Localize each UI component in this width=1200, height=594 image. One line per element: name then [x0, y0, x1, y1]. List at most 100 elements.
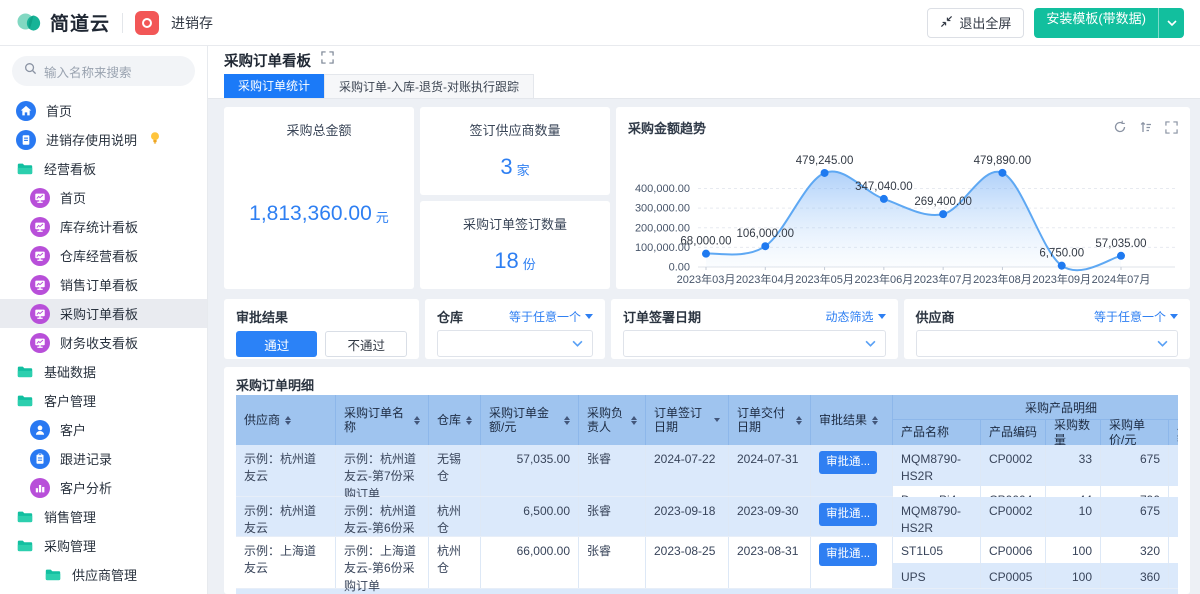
cell-amount: 66,000.00	[481, 537, 579, 588]
tab-0-active[interactable]: 采购订单统计	[224, 74, 325, 98]
approval-pass-button[interactable]: 通过	[236, 331, 318, 357]
sort-icon[interactable]	[564, 415, 570, 425]
approval-status-button[interactable]: 审批通...	[819, 543, 878, 566]
chart-title: 采购金额趋势	[628, 120, 707, 136]
column-header-2[interactable]: 仓库	[429, 395, 481, 445]
sidebar-item-label: 首页	[46, 104, 73, 119]
cell-owner: 张睿	[579, 537, 646, 588]
svg-text:2023年07月: 2023年07月	[914, 272, 973, 286]
sign-date-select[interactable]	[623, 330, 886, 357]
product-column-header-4[interactable]: 产品金额	[1169, 418, 1178, 446]
sidebar-item-7-selected[interactable]: 采购订单看板	[0, 299, 207, 328]
sort-icon[interactable]	[414, 415, 420, 425]
sidebar-item-9[interactable]: 基础数据	[0, 357, 207, 386]
sidebar-item-8[interactable]: 财务收支看板	[0, 328, 207, 357]
table-row-2[interactable]: 示例：上海道友云 示例：上海道友云-第6份采购订单 杭州仓 66,000.00 张睿 20…	[236, 537, 1178, 593]
product-column-header-3[interactable]: 采购单价/元	[1101, 418, 1169, 447]
sidebar-item-15[interactable]: 采购管理	[0, 531, 207, 560]
sidebar-item-6[interactable]: 销售订单看板	[0, 270, 207, 299]
trend-area-chart: 0.00100,000.00200,000.00300,000.00400,00…	[635, 155, 1175, 286]
svg-text:2023年04月: 2023年04月	[736, 272, 795, 286]
approval-status-button[interactable]: 审批通...	[819, 451, 878, 474]
person-icon	[30, 419, 50, 440]
svg-text:2023年05月: 2023年05月	[795, 272, 854, 286]
product-cell-name: ST1L05	[893, 537, 981, 563]
search-input[interactable]: 输入名称来搜索	[12, 56, 195, 86]
fullscreen-expand-icon[interactable]	[321, 51, 334, 69]
sidebar-item-5[interactable]: 仓库经营看板	[0, 241, 207, 270]
sidebar-item-label: 经营看板	[44, 162, 97, 177]
table-row-0[interactable]: 示例：杭州道友云 示例：杭州道友云-第7份采购订单 无锡仓 57,035.00 张睿 20…	[236, 445, 1178, 510]
search-icon	[24, 62, 37, 80]
svg-text:200,000.00: 200,000.00	[635, 222, 690, 234]
chart-fullscreen-icon[interactable]	[1165, 120, 1178, 134]
sort-icon[interactable]	[285, 415, 292, 425]
sidebar-item-label: 进销存使用说明	[46, 133, 138, 148]
approval-fail-button[interactable]: 不通过	[325, 331, 407, 357]
table-row-1[interactable]: 示例：杭州道友云示例：杭州道友云-第6份采购订单杭州仓6,500.00张睿202…	[236, 497, 1178, 553]
sidebar-item-2[interactable]: 经营看板	[0, 154, 207, 183]
sort-settings-icon[interactable]	[1139, 120, 1153, 134]
product-column-header-1[interactable]: 产品编码	[981, 420, 1046, 445]
sidebar-item-12[interactable]: 跟进记录	[0, 444, 207, 473]
cell-warehouse: 杭州仓	[429, 537, 481, 588]
product-cell-qty: 100	[1046, 562, 1101, 588]
column-header-5[interactable]: 订单签订日期	[646, 395, 729, 445]
install-template-button[interactable]: 安装模板(带数据)	[1034, 7, 1184, 38]
app-window: 简道云 进销存 退出全屏 安装模板(带数据) 输入名称来搜索 首页 进销存使用说…	[0, 0, 1200, 594]
sign-date-operator-link[interactable]: 动态筛选	[825, 308, 886, 325]
folder-icon	[16, 363, 34, 381]
column-header-0[interactable]: 供应商	[236, 395, 336, 445]
warehouse-operator-link[interactable]: 等于任意一个	[509, 308, 593, 325]
sidebar-item-label: 供应商管理	[72, 568, 138, 583]
sort-icon[interactable]	[872, 415, 879, 425]
exit-fullscreen-button[interactable]: 退出全屏	[927, 7, 1025, 38]
cell-sign_date: 2023-09-18	[646, 497, 729, 536]
svg-text:2023年06月: 2023年06月	[854, 272, 913, 286]
svg-text:2023年08月: 2023年08月	[973, 272, 1032, 286]
sidebar-item-4[interactable]: 库存统计看板	[0, 212, 207, 241]
product-column-header-2[interactable]: 采购数量	[1046, 418, 1101, 447]
cell-sign_date: 2024-07-22	[646, 445, 729, 496]
stat-card-order-count: 采购订单签订数量 18 份	[420, 201, 610, 289]
order-detail-table-card: 采购订单明细 供应商 采购订单名称 仓库 采购订单金额/元 采购负责人 订单签订日期 订单交…	[224, 367, 1190, 594]
sort-icon[interactable]	[796, 415, 802, 425]
install-dropdown-caret[interactable]	[1158, 7, 1184, 38]
sidebar-item-14[interactable]: 销售管理	[0, 502, 207, 531]
svg-text:269,400.00: 269,400.00	[914, 196, 972, 208]
column-header-3[interactable]: 采购订单金额/元	[481, 395, 579, 445]
column-header-6[interactable]: 订单交付日期	[729, 395, 811, 445]
sidebar-item-label: 库存统计看板	[60, 220, 139, 235]
sidebar-item-0[interactable]: 首页	[0, 96, 207, 125]
tab-1[interactable]: 采购订单-入库-退货-对账执行跟踪	[324, 74, 535, 98]
doc-icon	[16, 129, 36, 150]
dashboard-icon	[30, 245, 50, 266]
filter-warehouse: 仓库 等于任意一个	[425, 299, 605, 359]
warehouse-select[interactable]	[437, 330, 593, 357]
sidebar-item-11[interactable]: 客户	[0, 415, 207, 444]
jiandaoyun-logo[interactable]: 简道云	[16, 8, 110, 37]
cell-amount: 57,035.00	[481, 445, 579, 496]
folder-icon	[16, 537, 34, 555]
supplier-select[interactable]	[915, 330, 1178, 357]
sidebar-item-3[interactable]: 首页	[0, 183, 207, 212]
divider	[122, 12, 124, 33]
sort-icon[interactable]	[466, 415, 472, 425]
supplier-operator-link[interactable]: 等于任意一个	[1094, 308, 1178, 325]
product-cell-name: UPS	[893, 562, 981, 588]
sidebar-item-16[interactable]: 供应商管理	[0, 560, 207, 589]
sidebar-item-1[interactable]: 进销存使用说明	[0, 125, 207, 154]
column-header-7[interactable]: 审批结果	[811, 395, 893, 445]
svg-text:400,000.00: 400,000.00	[635, 183, 690, 195]
approval-status-button[interactable]: 审批通...	[819, 503, 878, 526]
column-header-1[interactable]: 采购订单名称	[336, 395, 429, 445]
refresh-icon[interactable]	[1113, 120, 1127, 134]
sidebar-item-10[interactable]: 客户管理	[0, 386, 207, 415]
product-cell-price: 675	[1101, 445, 1169, 486]
sort-icon[interactable]	[631, 415, 637, 425]
column-header-4[interactable]: 采购负责人	[579, 395, 646, 445]
filter-caret-icon[interactable]	[714, 418, 720, 422]
sidebar-item-17[interactable]: 供应商信息	[0, 589, 207, 594]
sidebar-item-13[interactable]: 客户分析	[0, 473, 207, 502]
product-column-header-0[interactable]: 产品名称	[893, 420, 981, 445]
